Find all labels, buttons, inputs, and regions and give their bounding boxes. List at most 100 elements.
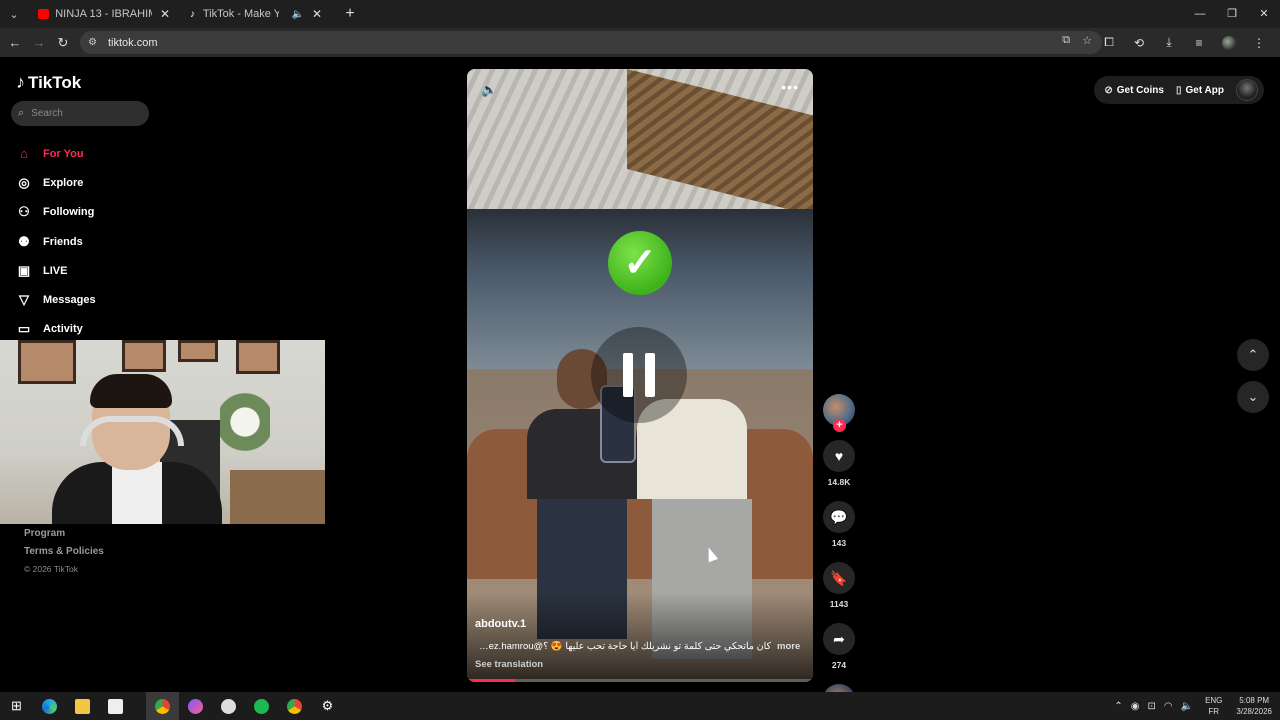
chevron-up-icon[interactable]: ⌃ bbox=[1114, 701, 1122, 712]
headphones bbox=[80, 416, 184, 446]
settings-icon[interactable]: ⚙ bbox=[311, 692, 344, 720]
wall-painting bbox=[122, 340, 166, 372]
coin-icon: ⊘ bbox=[1104, 84, 1113, 96]
get-app-label: Get App bbox=[1185, 84, 1224, 96]
close-window-button[interactable]: ✕ bbox=[1248, 0, 1280, 28]
nav-label: Activity bbox=[43, 323, 83, 336]
youtube-icon bbox=[38, 9, 50, 19]
network-icon[interactable]: ⊡ bbox=[1147, 701, 1155, 712]
search-box[interactable]: ⌕ bbox=[11, 101, 149, 126]
nav-item-explore[interactable]: ◎ Explore bbox=[16, 168, 96, 197]
bookmark-star-icon[interactable]: ☆ bbox=[1082, 34, 1092, 47]
caption-text: كان ماتحكي حتى كلمة تو نشريلك أيا حاجة ت… bbox=[475, 641, 771, 652]
previous-video-button[interactable]: ⌃ bbox=[1237, 339, 1269, 371]
store-icon[interactable] bbox=[99, 692, 132, 720]
browser-tab-strip: ⌄ NINJA 13 - IBRAHIMOVIC ( MI ✕ ♪ TikTok… bbox=[0, 0, 1280, 28]
video-author[interactable]: abdoutv.1 bbox=[475, 618, 526, 630]
new-tab-button[interactable]: + bbox=[338, 5, 362, 23]
get-coins-button[interactable]: ⊘ Get Coins bbox=[1104, 85, 1164, 96]
tab-title: TikTok - Make Your Day bbox=[202, 8, 280, 20]
nav-label: Explore bbox=[43, 176, 84, 189]
close-tab-icon[interactable]: ✕ bbox=[312, 7, 322, 21]
file-explorer-icon[interactable] bbox=[66, 692, 99, 720]
pause-icon[interactable] bbox=[591, 327, 687, 423]
save-button[interactable]: 🔖 bbox=[823, 562, 855, 594]
clock-time: 5:08 PM bbox=[1239, 696, 1270, 705]
windows-start-icon[interactable]: ⊞ bbox=[0, 692, 33, 720]
nav-label: Following bbox=[43, 206, 95, 219]
more-options-icon[interactable]: ••• bbox=[781, 79, 799, 95]
forward-button[interactable]: → bbox=[27, 31, 51, 55]
get-coins-label: Get Coins bbox=[1116, 84, 1164, 96]
home-icon: ⌂ bbox=[20, 146, 28, 162]
messenger-icon[interactable] bbox=[179, 692, 212, 720]
volume-icon[interactable]: 🔈 bbox=[481, 82, 497, 98]
menu-kebab-icon[interactable]: ⋮ bbox=[1244, 36, 1274, 50]
comment-button[interactable]: 💬 bbox=[823, 501, 855, 533]
video-player[interactable]: ✓ 🔈 ••• abdoutv.1 كان ماتحكي حتى كلمة تو… bbox=[467, 69, 813, 682]
profile-avatar[interactable] bbox=[1222, 35, 1236, 50]
window-controls: — ❐ ✕ bbox=[1184, 0, 1280, 28]
nav-label: Messages bbox=[43, 294, 96, 307]
get-app-button[interactable]: ▯ Get App bbox=[1176, 85, 1224, 96]
user-avatar[interactable] bbox=[1236, 79, 1258, 101]
edge-icon[interactable] bbox=[33, 692, 66, 720]
media-controls-icon[interactable]: ≡ bbox=[1184, 36, 1214, 50]
history-icon[interactable]: ⟲ bbox=[1124, 36, 1154, 50]
app-icon[interactable] bbox=[212, 692, 245, 720]
following-icon: ⚇ bbox=[18, 204, 30, 220]
tiktok-note-icon: ♪ bbox=[16, 72, 25, 92]
next-video-button[interactable]: ⌄ bbox=[1237, 381, 1269, 413]
site-info-icon[interactable]: ⚙ bbox=[88, 37, 100, 49]
language-indicator[interactable]: ENG FR bbox=[1205, 695, 1222, 717]
nav-label: Friends bbox=[43, 235, 83, 248]
chrome-profile-icon[interactable] bbox=[278, 692, 311, 720]
browser-toolbar: ← → ↻ ⚙ tiktok.com ⧉ ☆ ⧠ ⟲ ⤓ ≡ ⋮ bbox=[0, 28, 1280, 57]
see-translation-button[interactable]: See translation bbox=[475, 659, 543, 670]
caption-more-button[interactable]: more bbox=[777, 641, 800, 652]
browser-tab-youtube[interactable]: NINJA 13 - IBRAHIMOVIC ( MI ✕ bbox=[28, 0, 180, 28]
nav-item-friends[interactable]: ⚉ Friends bbox=[16, 227, 96, 256]
wifi-icon[interactable]: ◠ bbox=[1164, 701, 1173, 712]
back-button[interactable]: ← bbox=[3, 31, 27, 55]
system-tray: ⌃ ◉ ⊡ ◠ 🔈 ENG FR 5:08 PM 3/28/2026 bbox=[1106, 692, 1272, 720]
restore-button[interactable]: ❐ bbox=[1216, 0, 1248, 28]
install-app-icon[interactable]: ⧉ bbox=[1062, 34, 1070, 47]
share-button[interactable]: ➦ bbox=[823, 623, 855, 655]
tab-title: NINJA 13 - IBRAHIMOVIC ( MI bbox=[55, 8, 152, 20]
address-bar[interactable]: ⚙ tiktok.com ⧉ ☆ bbox=[80, 31, 1102, 54]
search-input[interactable] bbox=[31, 108, 132, 119]
extensions-icon[interactable]: ⧠ bbox=[1094, 35, 1124, 50]
browser-tab-tiktok[interactable]: ♪ TikTok - Make Your Day 🔈 ✕ bbox=[180, 0, 332, 28]
close-tab-icon[interactable]: ✕ bbox=[160, 7, 170, 21]
wall-painting bbox=[178, 340, 218, 362]
messages-icon: ▽ bbox=[19, 292, 29, 308]
author-avatar[interactable]: + bbox=[823, 394, 855, 432]
follow-plus-icon[interactable]: + bbox=[833, 419, 846, 432]
speaker-icon[interactable]: 🔈 bbox=[291, 9, 303, 20]
reload-button[interactable]: ↻ bbox=[51, 31, 75, 55]
bookmark-icon: 🔖 bbox=[830, 569, 848, 586]
download-icon[interactable]: ⤓ bbox=[1154, 35, 1184, 50]
program-link[interactable]: Program bbox=[24, 528, 104, 546]
tab-search-button[interactable]: ⌄ bbox=[0, 0, 28, 28]
nav-item-messages[interactable]: ▽ Messages bbox=[16, 285, 96, 314]
discord-icon[interactable]: ◉ bbox=[1131, 701, 1140, 712]
tiktok-logo[interactable]: ♪ TikTok bbox=[16, 72, 81, 93]
top-right-bar: ⊘ Get Coins ▯ Get App bbox=[1094, 76, 1264, 104]
video-caption: كان ماتحكي حتى كلمة تو نشريلك أيا حاجة ت… bbox=[475, 641, 801, 652]
nav-item-live[interactable]: ▣ LIVE bbox=[16, 256, 96, 285]
video-progress-bar[interactable] bbox=[467, 679, 813, 682]
like-button[interactable]: ♥ bbox=[823, 440, 855, 472]
minimize-button[interactable]: — bbox=[1184, 0, 1216, 28]
chrome-icon[interactable] bbox=[146, 692, 179, 720]
terms-link[interactable]: Terms & Policies bbox=[24, 546, 104, 564]
friends-icon: ⚉ bbox=[18, 233, 30, 249]
volume-icon[interactable]: 🔈 bbox=[1181, 701, 1193, 712]
logo-text: TikTok bbox=[28, 72, 82, 92]
nav-item-following[interactable]: ⚇ Following bbox=[16, 198, 96, 227]
clock[interactable]: 5:08 PM 3/28/2026 bbox=[1236, 695, 1272, 717]
spotify-icon[interactable] bbox=[245, 692, 278, 720]
nav-item-for-you[interactable]: ⌂ For You bbox=[16, 139, 96, 168]
save-count: 1143 bbox=[829, 599, 849, 609]
